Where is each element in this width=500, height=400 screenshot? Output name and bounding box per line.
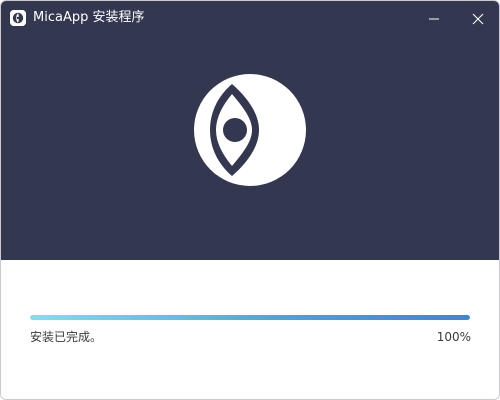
- window-title: MicaApp 安装程序: [33, 10, 145, 25]
- close-button[interactable]: [455, 1, 499, 37]
- app-icon: [10, 10, 26, 26]
- install-status-text: 安装已完成。: [30, 330, 103, 344]
- app-logo-icon: [194, 74, 306, 186]
- title-bar[interactable]: MicaApp 安装程序: [1, 1, 499, 37]
- progress-percent-text: 100%: [436, 330, 471, 344]
- install-status-panel: 安装已完成。 100%: [1, 260, 499, 399]
- close-icon: [472, 13, 484, 25]
- progress-fill: [30, 315, 470, 320]
- hero-banner: MicaApp 安装程序: [1, 1, 499, 260]
- installer-window: MicaApp 安装程序 安装已完成。 100%: [0, 0, 500, 400]
- minimize-button[interactable]: [411, 1, 457, 37]
- minimize-icon: [429, 18, 439, 20]
- install-progress-bar: [30, 315, 470, 320]
